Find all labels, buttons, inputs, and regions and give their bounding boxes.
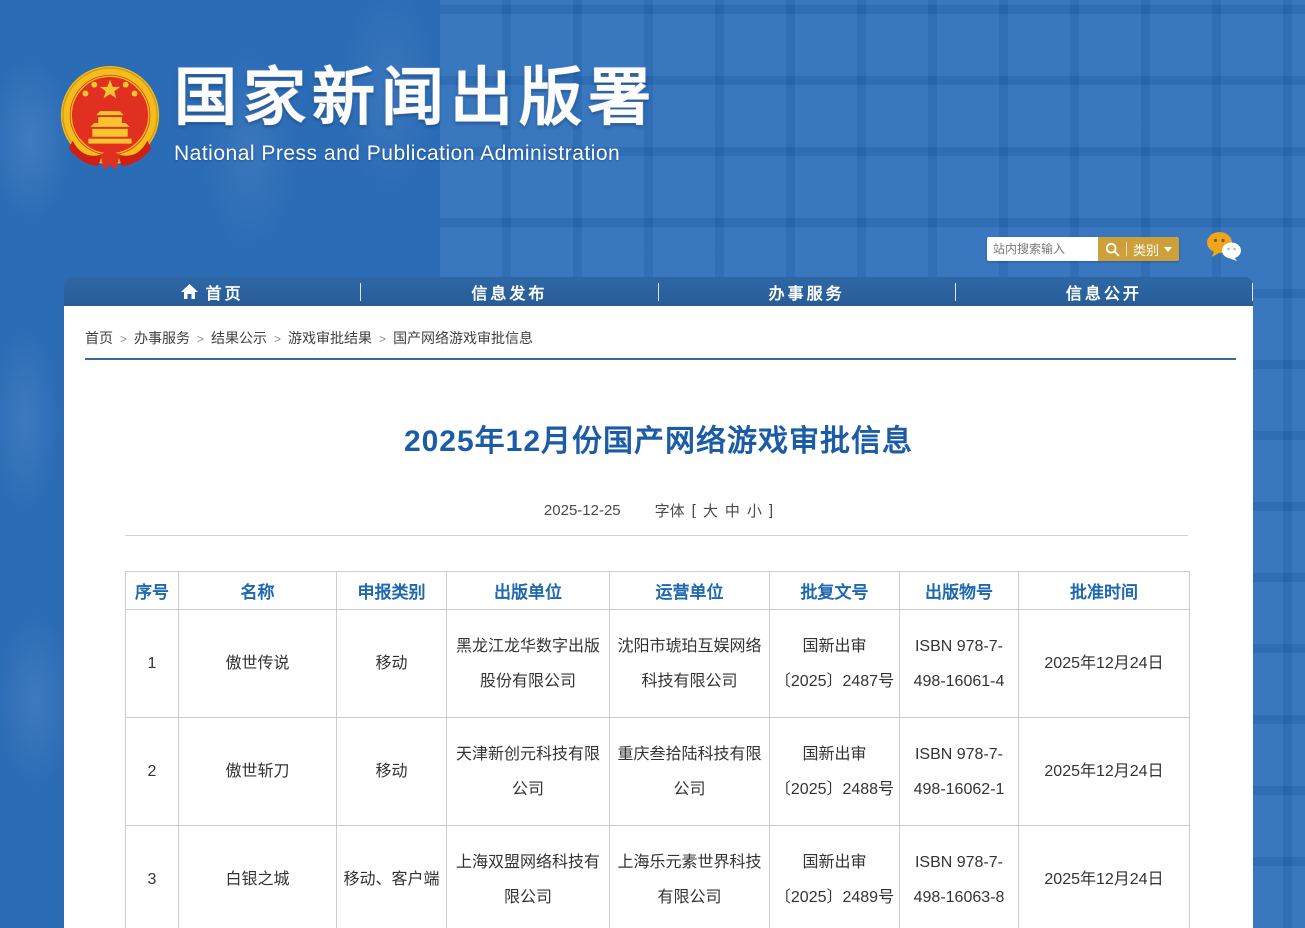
breadcrumb-item[interactable]: 国产网络游戏审批信息 <box>393 330 533 346</box>
table-cell: 2025年12月24日 <box>1019 826 1190 928</box>
font-size-control: 字体 [ 大 中 小 ] <box>655 500 773 521</box>
site-search: 类别 <box>987 237 1179 261</box>
column-header: 出版单位 <box>447 572 610 610</box>
breadcrumb-item[interactable]: 结果公示 <box>211 330 267 346</box>
breadcrumb-separator: > <box>267 332 288 346</box>
table-cell: 3 <box>126 826 179 928</box>
nav-item-label: 首页 <box>206 280 244 304</box>
nav-item-home[interactable]: 首页 <box>64 277 360 306</box>
font-size-small[interactable]: 小 <box>747 500 762 521</box>
table-cell: 国新出审〔2025〕2487号 <box>770 610 900 718</box>
table-cell: ISBN 978-7-498-16063-8 <box>900 826 1019 928</box>
nav-item-info-release[interactable]: 信息发布 <box>361 277 657 306</box>
site-title: 国家新闻出版署 <box>174 64 657 133</box>
column-header: 批准时间 <box>1019 572 1190 610</box>
column-header: 序号 <box>126 572 179 610</box>
table-cell: 国新出审〔2025〕2488号 <box>770 718 900 826</box>
font-size-medium[interactable]: 中 <box>725 500 740 521</box>
breadcrumb: 首页>办事服务>结果公示>游戏审批结果>国产网络游戏审批信息 <box>64 306 1253 348</box>
page-title: 2025年12月份国产网络游戏审批信息 <box>64 416 1253 460</box>
nav-item-label: 办事服务 <box>769 280 845 304</box>
breadcrumb-separator: > <box>372 332 393 346</box>
table-body: 1傲世传说移动黑龙江龙华数字出版股份有限公司沈阳市琥珀互娱网络科技有限公司国新出… <box>126 610 1190 928</box>
table-cell: 天津新创元科技有限公司 <box>447 718 610 826</box>
table-cell: 移动 <box>337 718 447 826</box>
breadcrumb-underline <box>85 358 1236 360</box>
search-divider <box>1126 242 1127 256</box>
bracket-open: [ <box>692 502 696 519</box>
table-cell: 2025年12月24日 <box>1019 610 1190 718</box>
nav-item-info-disclosure[interactable]: 信息公开 <box>956 277 1252 306</box>
font-size-large[interactable]: 大 <box>703 500 718 521</box>
table-cell: ISBN 978-7-498-16062-1 <box>900 718 1019 826</box>
site-subtitle-en: National Press and Publication Administr… <box>174 142 657 166</box>
table-cell: 傲世斩刀 <box>179 718 337 826</box>
table-cell: 国新出审〔2025〕2489号 <box>770 826 900 928</box>
search-controls: 类别 <box>1098 237 1179 261</box>
table-cell: 移动 <box>337 610 447 718</box>
approval-table: 序号名称申报类别出版单位运营单位批复文号出版物号批准时间 1傲世传说移动黑龙江龙… <box>125 571 1190 928</box>
category-label: 类别 <box>1133 240 1159 259</box>
search-icon <box>1105 242 1120 257</box>
table-cell: 2 <box>126 718 179 826</box>
table-cell: 2025年12月24日 <box>1019 718 1190 826</box>
article-meta: 2025-12-25 字体 [ 大 中 小 ] <box>64 500 1253 521</box>
table-cell: 白银之城 <box>179 826 337 928</box>
table-row: 2傲世斩刀移动天津新创元科技有限公司重庆叁拾陆科技有限公司国新出审〔2025〕2… <box>126 718 1190 826</box>
search-input[interactable] <box>987 237 1098 261</box>
table-cell: 沈阳市琥珀互娱网络科技有限公司 <box>610 610 770 718</box>
table-row: 3白银之城移动、客户端上海双盟网络科技有限公司上海乐元素世界科技有限公司国新出审… <box>126 826 1190 928</box>
breadcrumb-separator: > <box>113 332 134 346</box>
site-title-block: 国家新闻出版署 National Press and Publication A… <box>174 64 657 166</box>
table-header-row: 序号名称申报类别出版单位运营单位批复文号出版物号批准时间 <box>126 572 1190 610</box>
publish-date: 2025-12-25 <box>544 502 621 519</box>
nav-item-services[interactable]: 办事服务 <box>659 277 955 306</box>
table-cell: 移动、客户端 <box>337 826 447 928</box>
home-icon <box>181 284 198 299</box>
national-emblem-logo <box>58 66 162 176</box>
column-header: 批复文号 <box>770 572 900 610</box>
column-header: 申报类别 <box>337 572 447 610</box>
wechat-icon[interactable] <box>1206 231 1242 262</box>
breadcrumb-item[interactable]: 办事服务 <box>134 330 190 346</box>
breadcrumb-item[interactable]: 游戏审批结果 <box>288 330 372 346</box>
nav-divider <box>1252 283 1253 301</box>
breadcrumb-separator: > <box>190 332 211 346</box>
table-cell: 上海双盟网络科技有限公司 <box>447 826 610 928</box>
table-cell: ISBN 978-7-498-16061-4 <box>900 610 1019 718</box>
table-cell: 重庆叁拾陆科技有限公司 <box>610 718 770 826</box>
main-nav: 首页 信息发布 办事服务 信息公开 <box>64 277 1253 306</box>
column-header: 出版物号 <box>900 572 1019 610</box>
content-panel: 首页>办事服务>结果公示>游戏审批结果>国产网络游戏审批信息 2025年12月份… <box>64 306 1253 928</box>
table-cell: 上海乐元素世界科技有限公司 <box>610 826 770 928</box>
category-dropdown[interactable]: 类别 <box>1133 240 1172 259</box>
bracket-close: ] <box>769 502 773 519</box>
nav-item-label: 信息公开 <box>1066 280 1142 304</box>
table-row: 1傲世传说移动黑龙江龙华数字出版股份有限公司沈阳市琥珀互娱网络科技有限公司国新出… <box>126 610 1190 718</box>
font-size-label: 字体 <box>655 500 685 521</box>
chevron-down-icon <box>1164 247 1172 252</box>
table-cell: 1 <box>126 610 179 718</box>
table-cell: 傲世传说 <box>179 610 337 718</box>
nav-item-label: 信息发布 <box>471 280 547 304</box>
column-header: 名称 <box>179 572 337 610</box>
meta-divider <box>125 535 1188 536</box>
table-cell: 黑龙江龙华数字出版股份有限公司 <box>447 610 610 718</box>
search-button[interactable] <box>1105 242 1120 257</box>
column-header: 运营单位 <box>610 572 770 610</box>
breadcrumb-item[interactable]: 首页 <box>85 330 113 346</box>
